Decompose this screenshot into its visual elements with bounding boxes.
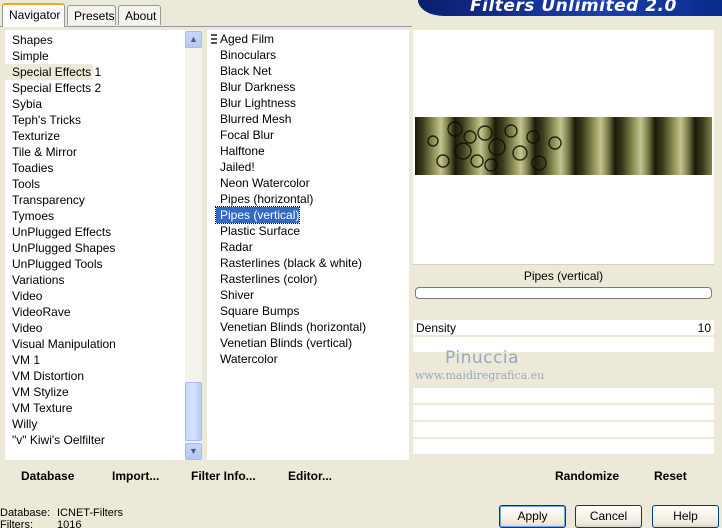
category-item[interactable]: Tile & Mirror — [5, 144, 77, 160]
filter-item[interactable]: Radar — [216, 239, 253, 255]
footer-filters: Filters: 1016 — [0, 519, 81, 528]
param-row — [413, 405, 714, 421]
category-item[interactable]: Toadies — [5, 160, 53, 176]
banner-title: Filters Unlimited 2.0 — [470, 0, 677, 16]
filter-item[interactable]: Jailed! — [216, 159, 255, 175]
watermark-name: Pinuccia — [445, 348, 519, 368]
apply-button[interactable]: Apply — [499, 505, 566, 528]
filter-item[interactable]: Square Bumps — [216, 303, 299, 319]
filter-item[interactable]: Focal Blur — [216, 127, 274, 143]
database-value: ICNET-Filters — [57, 507, 123, 519]
category-list[interactable]: Shapes Simple Special Effects 1 Special Eff… — [5, 30, 185, 460]
filter-item[interactable]: Pipes (horizontal) — [216, 191, 313, 207]
filter-item[interactable]: Rasterlines (color) — [216, 271, 317, 287]
category-item[interactable]: Special Effects 2 — [5, 80, 101, 96]
category-item[interactable]: Texturize — [5, 128, 60, 144]
category-item[interactable]: VM Texture — [5, 400, 72, 416]
filter-item[interactable]: Halftone — [216, 143, 265, 159]
filter-item[interactable]: Venetian Blinds (vertical) — [216, 335, 352, 351]
category-item[interactable]: Tymoes — [5, 208, 54, 224]
category-item[interactable]: Variations — [5, 272, 64, 288]
help-button[interactable]: Help — [652, 505, 719, 528]
tab-navigator[interactable]: Navigator — [2, 3, 65, 27]
filter-item[interactable]: Pipes (vertical) — [214, 206, 301, 224]
tab-about[interactable]: About — [118, 5, 161, 25]
filter-item[interactable]: Neon Watercolor — [216, 175, 310, 191]
chevron-up-icon[interactable]: ▲ — [185, 31, 202, 48]
filters-value: 1016 — [57, 519, 82, 528]
cancel-button[interactable]: Cancel — [575, 505, 642, 528]
category-item[interactable]: VM Stylize — [5, 384, 69, 400]
category-item[interactable]: Special Effects 1 — [5, 64, 101, 80]
category-item[interactable]: Sybia — [5, 96, 42, 112]
randomize-button[interactable]: Randomize — [555, 469, 619, 483]
category-item[interactable]: "v" Kiwi's Oelfilter — [5, 432, 105, 448]
category-item[interactable]: Video — [5, 320, 42, 336]
param-row-density[interactable]: Density 10 — [413, 320, 714, 336]
filter-list[interactable]: Aged Film Binoculars Black Net Blur Darknes… — [207, 30, 409, 460]
param-value[interactable]: 10 — [698, 320, 711, 336]
category-item[interactable]: UnPlugged Tools — [5, 256, 103, 272]
filter-item[interactable]: Blur Lightness — [216, 95, 296, 111]
scrollbar-thumb[interactable] — [185, 382, 202, 441]
param-row — [413, 439, 714, 455]
import-button[interactable]: Import... — [112, 469, 159, 483]
category-item[interactable]: VM Distortion — [5, 368, 84, 384]
filter-info-button[interactable]: Filter Info... — [191, 469, 256, 483]
preview-filter-name: Pipes (vertical) — [413, 264, 714, 286]
filter-item[interactable]: Black Net — [216, 63, 271, 79]
filter-item[interactable]: Rasterlines (black & white) — [216, 255, 362, 271]
reset-button[interactable]: Reset — [654, 469, 687, 483]
filter-item[interactable]: Venetian Blinds (horizontal) — [216, 319, 366, 335]
param-row — [413, 388, 714, 404]
category-item[interactable]: Visual Manipulation — [5, 336, 116, 352]
filters-label: Filters: — [0, 519, 33, 528]
param-row — [413, 422, 714, 438]
filter-item[interactable]: Watercolor — [216, 351, 278, 367]
tab-presets[interactable]: Presets — [67, 5, 116, 25]
filter-item[interactable]: Blurred Mesh — [216, 111, 291, 127]
category-item[interactable]: Transparency — [5, 192, 85, 208]
filter-item[interactable]: Blur Darkness — [216, 79, 295, 95]
category-item[interactable]: Willy — [5, 416, 37, 432]
param-label: Density — [416, 321, 457, 335]
category-item[interactable]: VideoRave — [5, 304, 71, 320]
watermark-url: www.maidiregrafica.eu — [415, 369, 545, 382]
preview-image — [415, 117, 712, 175]
filter-item[interactable]: Plastic Surface — [216, 223, 300, 239]
category-item[interactable]: UnPlugged Effects — [5, 224, 111, 240]
category-item[interactable]: Tools — [5, 176, 40, 192]
editor-button[interactable]: Editor... — [288, 469, 332, 483]
database-label: Database: — [0, 507, 51, 519]
progress-bar — [415, 287, 712, 299]
category-item[interactable]: VM 1 — [5, 352, 40, 368]
category-item[interactable]: Teph's Tricks — [5, 112, 81, 128]
filter-item[interactable]: Aged Film — [216, 31, 274, 47]
category-item[interactable]: Video — [5, 288, 42, 304]
category-item[interactable]: Simple — [5, 48, 49, 64]
database-button[interactable]: Database — [21, 469, 74, 483]
category-scrollbar[interactable]: ▲ ▼ — [185, 30, 202, 460]
category-item[interactable]: Shapes — [5, 32, 53, 48]
filter-item[interactable]: Shiver — [216, 287, 254, 303]
filter-item[interactable]: Binoculars — [216, 47, 276, 63]
category-item[interactable]: UnPlugged Shapes — [5, 240, 115, 256]
chevron-down-icon[interactable]: ▼ — [185, 443, 202, 460]
footer-database: Database: ICNET-Filters — [0, 507, 123, 519]
